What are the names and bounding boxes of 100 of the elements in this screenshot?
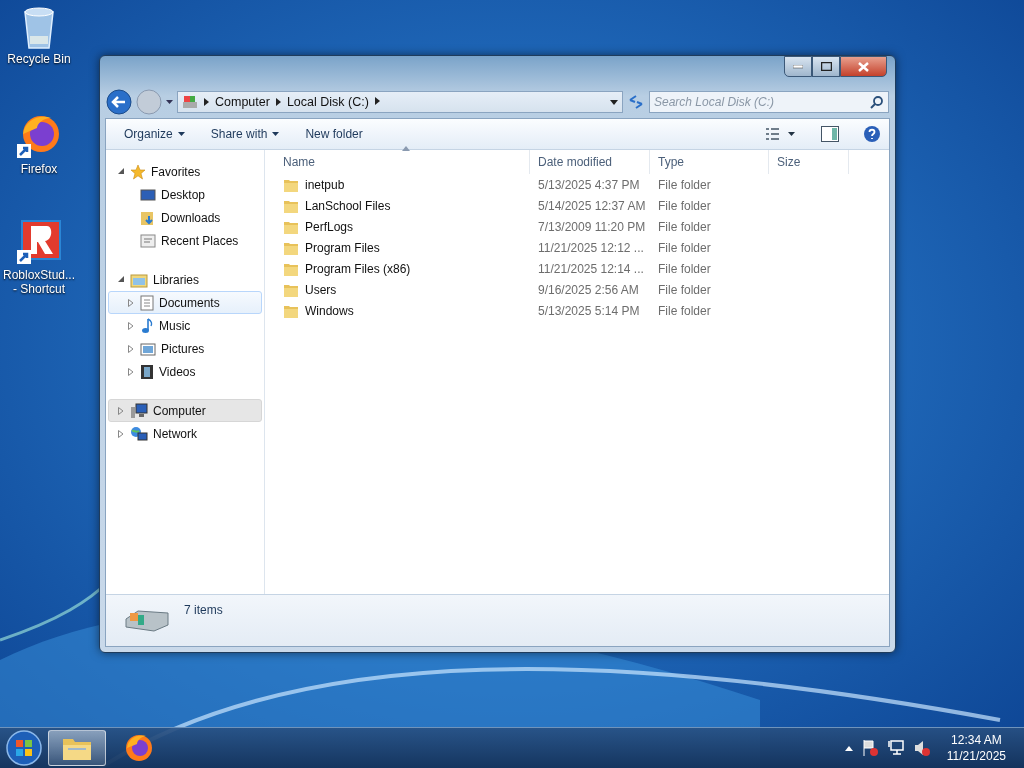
- nav-item[interactable]: Network: [108, 422, 262, 445]
- toolbar-button[interactable]: Share with: [200, 124, 290, 144]
- column-header[interactable]: Size: [769, 150, 849, 174]
- expand-arrow-icon[interactable]: [127, 367, 135, 376]
- toolbar-button[interactable]: Organize: [114, 124, 195, 144]
- column-header[interactable]: Type: [650, 150, 769, 174]
- dropdown-caret-icon[interactable]: [610, 99, 618, 105]
- recent-places-icon: [140, 232, 156, 249]
- back-button[interactable]: [106, 89, 132, 115]
- clock-time[interactable]: 12:34 AM: [951, 732, 1002, 748]
- refresh-icon[interactable]: [627, 93, 645, 111]
- file-name: Program Files: [305, 240, 380, 255]
- date-cell: 11/21/2025 12:14 ...: [538, 261, 644, 276]
- file-row[interactable]: Users 9/16/2025 2:56 AM File folder: [275, 279, 889, 300]
- type-cell: File folder: [658, 219, 711, 234]
- item-count: 7 items: [184, 603, 223, 617]
- file-row[interactable]: Windows 5/13/2025 5:14 PM File folder: [275, 300, 889, 321]
- file-name: inetpub: [305, 177, 345, 192]
- nav-item[interactable]: Videos: [108, 360, 262, 383]
- expand-arrow-icon[interactable]: [117, 429, 125, 438]
- music-note-icon: [140, 317, 154, 334]
- expand-arrow-icon[interactable]: [127, 344, 135, 353]
- nav-item[interactable]: Recent Places: [108, 229, 262, 252]
- file-name: Users: [305, 282, 337, 297]
- star-icon: [130, 163, 146, 180]
- document-icon: [140, 294, 154, 311]
- address-bar[interactable]: Computer Local Disk (C:): [177, 91, 623, 113]
- flag-error-icon[interactable]: [860, 739, 879, 757]
- file-row[interactable]: LanSchool Files 5/14/2025 12:37 AM File folder: [275, 195, 889, 216]
- sort-arrow-icon: [402, 146, 410, 151]
- computer-icon: [130, 402, 148, 419]
- preview-pane-icon[interactable]: [821, 126, 839, 142]
- collapse-arrow-icon[interactable]: [117, 168, 125, 175]
- roblox-studio-icon: [15, 218, 63, 266]
- minimize-button[interactable]: [784, 56, 812, 77]
- clock-date[interactable]: 11/21/2025: [946, 748, 1006, 764]
- library-icon: [130, 271, 148, 288]
- type-cell: File folder: [658, 303, 711, 318]
- toolbar-button[interactable]: New folder: [295, 124, 373, 144]
- view-options-icon[interactable]: [765, 127, 795, 141]
- network-icon: [130, 425, 148, 442]
- search-field[interactable]: Search Local Disk (C:): [649, 91, 889, 113]
- breadcrumb-arrow-icon[interactable]: [204, 98, 209, 106]
- nav-item[interactable]: Favorites: [108, 160, 262, 183]
- date-cell: 5/14/2025 12:37 AM: [538, 198, 646, 213]
- breadcrumb-arrow-icon[interactable]: [275, 98, 281, 106]
- file-name: PerfLogs: [305, 219, 354, 234]
- expand-arrow-icon[interactable]: [117, 406, 125, 415]
- desktop-icon-label[interactable]: Recycle Bin: [7, 52, 71, 66]
- file-name: LanSchool Files: [305, 198, 391, 213]
- picture-icon: [140, 340, 156, 357]
- file-name: Program Files (x86): [305, 261, 411, 276]
- maximize-icon: [820, 62, 832, 71]
- maximize-button[interactable]: [812, 56, 840, 77]
- nav-item[interactable]: Downloads: [108, 206, 262, 229]
- file-row[interactable]: Program Files (x86) 11/21/2025 12:14 ... File folder: [275, 258, 889, 279]
- type-cell: File folder: [658, 261, 711, 276]
- minimize-icon: [793, 64, 803, 69]
- type-cell: File folder: [658, 198, 711, 213]
- column-header[interactable]: Date modified: [530, 150, 650, 174]
- date-cell: 9/16/2025 2:56 AM: [538, 282, 639, 297]
- type-cell: File folder: [658, 240, 711, 255]
- breadcrumb[interactable]: Local Disk (C:): [286, 95, 369, 109]
- close-button[interactable]: [840, 56, 887, 77]
- desktop-icon-label[interactable]: RobloxStud... - Shortcut: [2, 268, 75, 296]
- film-icon: [140, 363, 154, 380]
- desktop-icon-label[interactable]: Firefox: [20, 162, 58, 176]
- folder-download-icon: [140, 209, 156, 226]
- date-cell: 5/13/2025 5:14 PM: [538, 303, 640, 318]
- history-caret-icon[interactable]: [166, 99, 173, 105]
- date-cell: 7/13/2009 11:20 PM: [538, 219, 646, 234]
- breadcrumb-arrow-icon[interactable]: [374, 97, 380, 107]
- collapse-arrow-icon[interactable]: [117, 276, 125, 283]
- breadcrumb[interactable]: Computer: [215, 95, 270, 109]
- type-cell: File folder: [658, 177, 711, 192]
- search-icon: [870, 95, 884, 109]
- speaker-muted-icon[interactable]: [912, 739, 931, 757]
- help-icon[interactable]: [863, 125, 881, 143]
- nav-item[interactable]: Desktop: [108, 183, 262, 206]
- expand-arrow-icon[interactable]: [127, 298, 135, 307]
- caret-icon: [272, 132, 280, 136]
- file-row[interactable]: Program Files 11/21/2025 12:12 ... File folder: [275, 237, 889, 258]
- caret-icon: [177, 132, 185, 136]
- type-cell: File folder: [658, 282, 711, 297]
- firefox-icon: [124, 733, 154, 763]
- nav-item[interactable]: Computer: [108, 399, 262, 422]
- date-cell: 5/13/2025 4:37 PM: [538, 177, 640, 192]
- nav-item[interactable]: Music: [108, 314, 262, 337]
- column-header[interactable]: Name: [275, 150, 530, 174]
- file-name: Windows: [305, 303, 354, 318]
- nav-item[interactable]: Pictures: [108, 337, 262, 360]
- nav-item[interactable]: Documents: [108, 291, 262, 314]
- show-hidden-icons-arrow[interactable]: [844, 745, 853, 751]
- file-row[interactable]: inetpub 5/13/2025 4:37 PM File folder: [275, 174, 889, 195]
- start-button[interactable]: [4, 729, 44, 767]
- expand-arrow-icon[interactable]: [127, 321, 135, 330]
- taskbar-button[interactable]: [48, 730, 106, 766]
- file-row[interactable]: PerfLogs 7/13/2009 11:20 PM File folder: [275, 216, 889, 237]
- nav-item[interactable]: Libraries: [108, 268, 262, 291]
- network-icon[interactable]: [886, 739, 905, 757]
